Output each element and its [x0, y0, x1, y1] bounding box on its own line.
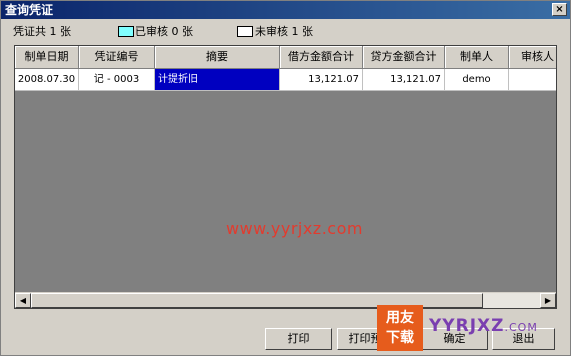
column-header-number[interactable]: 凭证编号: [79, 46, 155, 69]
column-header-debit[interactable]: 借方金额合计: [280, 46, 363, 69]
audited-color-swatch: [118, 26, 134, 37]
column-header-maker[interactable]: 制单人: [445, 46, 509, 69]
site-logo-main: YYRJXZ: [429, 316, 505, 336]
title-bar: 查询凭证 ×: [1, 1, 570, 19]
cell-number[interactable]: 记 - 0003: [79, 69, 155, 91]
audited-count-label: 已审核 0 张: [135, 25, 193, 38]
logo-top-text: 用友: [386, 310, 414, 326]
window-title: 查询凭证: [5, 3, 54, 17]
yonyou-logo: 用友 下载: [377, 305, 423, 351]
watermark-url: www.yyrjxz.com: [226, 219, 363, 238]
column-header-auditor[interactable]: 审核人: [509, 46, 556, 69]
column-header-date[interactable]: 制单日期: [15, 46, 79, 69]
logo-bottom-text: 下载: [386, 330, 414, 346]
cell-auditor[interactable]: [509, 69, 556, 91]
scroll-right-icon[interactable]: ▶: [540, 293, 556, 308]
site-logo-text: YYRJXZ.COM: [429, 316, 538, 336]
column-header-credit[interactable]: 贷方金额合计: [363, 46, 445, 69]
cell-maker[interactable]: demo: [445, 69, 509, 91]
scroll-left-icon[interactable]: ◀: [15, 293, 31, 308]
cell-debit[interactable]: 13,121.07: [280, 69, 363, 91]
unaudited-color-swatch: [237, 26, 253, 37]
cell-credit[interactable]: 13,121.07: [363, 69, 445, 91]
query-voucher-dialog: 查询凭证 × 凭证共 1 张 已审核 0 张 未审核 1 张 制单日期 凭证编号…: [0, 0, 571, 356]
site-logo-suffix: .COM: [504, 321, 538, 334]
print-button[interactable]: 打印: [265, 328, 332, 350]
unaudited-count-label: 未审核 1 张: [255, 25, 313, 38]
voucher-total-label: 凭证共 1 张: [13, 25, 71, 38]
cell-date[interactable]: 2008.07.30: [15, 69, 79, 91]
voucher-grid[interactable]: 制单日期 凭证编号 摘要 借方金额合计 贷方金额合计 制单人 审核人 2008.…: [14, 45, 557, 309]
horizontal-scrollbar[interactable]: ◀ ▶: [15, 292, 556, 308]
column-header-summary[interactable]: 摘要: [155, 46, 280, 69]
cell-summary[interactable]: 计提折旧: [155, 69, 280, 91]
close-icon[interactable]: ×: [552, 3, 567, 16]
